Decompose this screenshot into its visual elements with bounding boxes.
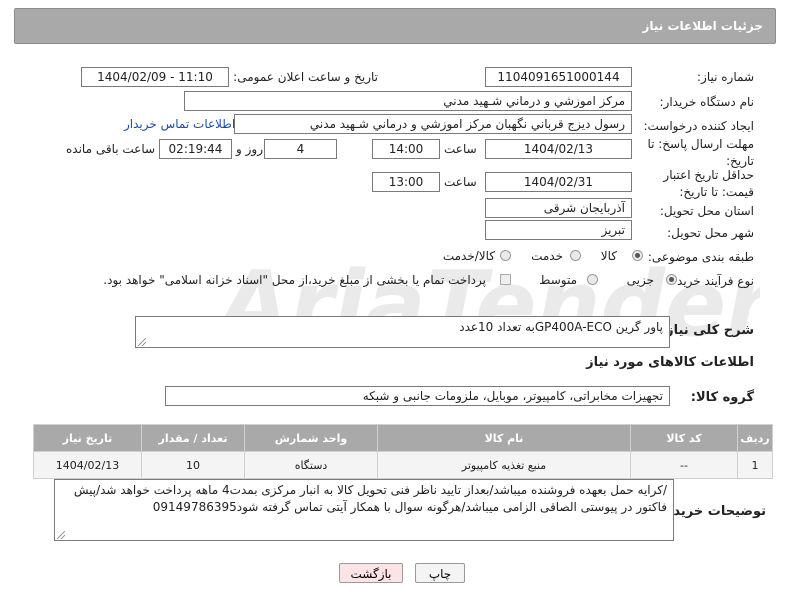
resize-grip-icon[interactable] xyxy=(57,531,65,539)
cell-row: 1 xyxy=(737,451,773,479)
category-option-service: خدمت xyxy=(531,249,563,263)
need-number-field: 1104091651000144 xyxy=(485,67,632,87)
reply-days-field: 4 xyxy=(264,139,337,159)
treasury-note: پرداخت تمام یا بخشی از مبلغ خرید،از محل … xyxy=(103,273,486,287)
announce-label: تاریخ و ساعت اعلان عمومی: xyxy=(233,70,378,84)
reply-deadline-label: مهلت ارسال پاسخ: تا تاریخ: xyxy=(647,137,754,168)
header-panel: جزئیات اطلاعات نیاز xyxy=(14,8,776,44)
col-name-header: نام کالا xyxy=(377,424,631,452)
category-label: طبقه بندی موضوعی: xyxy=(647,250,754,264)
col-row-header: ردیف xyxy=(737,424,773,452)
creator-field: رسول ديزج قرباني نگهبان مرکز اموزشي و در… xyxy=(234,114,632,134)
province-field: آذربایجان شرقی xyxy=(485,198,632,218)
cell-code: -- xyxy=(630,451,738,479)
cell-date: 1404/02/13 xyxy=(33,451,142,479)
announce-field: 1404/02/09 - 11:10 xyxy=(81,67,229,87)
process-option-minor: جزیی xyxy=(626,273,654,287)
page-title: جزئیات اطلاعات نیاز xyxy=(642,19,763,33)
table-row: 1 -- منبع تغذیه کامپیوتر دستگاه 10 1404/… xyxy=(33,451,773,479)
buyer-contact-link[interactable]: اطلاعات تماس خریدار xyxy=(124,117,235,131)
process-radio-minor[interactable] xyxy=(666,274,677,285)
process-radio-medium[interactable] xyxy=(587,274,598,285)
province-label: استان محل تحویل: xyxy=(659,204,754,218)
col-code-header: کد کالا xyxy=(630,424,738,452)
creator-label: ایجاد کننده درخواست: xyxy=(643,119,754,133)
col-unit-header: واحد شمارش xyxy=(244,424,378,452)
items-table: ردیف کد کالا نام کالا واحد شمارش تعداد /… xyxy=(33,424,773,479)
col-date-header: تاریخ نیاز xyxy=(33,424,142,452)
table-header-row: ردیف کد کالا نام کالا واحد شمارش تعداد /… xyxy=(33,424,773,452)
category-option-goods: کالا xyxy=(600,249,617,263)
goods-info-title: اطلاعات کالاهای مورد نیاز xyxy=(586,355,754,370)
days-label: روز و xyxy=(236,142,263,156)
back-button[interactable]: بازگشت xyxy=(339,563,403,583)
col-qty-header: تعداد / مقدار xyxy=(141,424,245,452)
need-number-label: شماره نیاز: xyxy=(697,70,754,84)
print-button[interactable]: چاپ xyxy=(415,563,465,583)
treasury-checkbox[interactable] xyxy=(500,274,511,285)
category-radio-goods-service[interactable] xyxy=(500,250,511,261)
cell-unit: دستگاه xyxy=(244,451,378,479)
buyer-notes-text: /کرایه حمل بعهده فروشنده میباشد/بعداز تا… xyxy=(73,483,667,514)
resize-grip-icon[interactable] xyxy=(138,338,146,346)
process-label: نوع فرآیند خرید : xyxy=(669,274,754,288)
reply-time-field: 14:00 xyxy=(372,139,440,159)
category-option-goods-service: کالا/خدمت xyxy=(442,249,495,263)
description-text: پاور گرین GP400A-ECOبه تعداد 10عدد xyxy=(459,320,663,334)
price-deadline-label: حداقل تاریخ اعتبار قیمت: تا تاریخ: xyxy=(663,168,754,199)
process-option-medium: متوسط xyxy=(539,273,577,287)
category-radio-goods[interactable] xyxy=(632,250,643,261)
buyer-notes-textarea[interactable]: /کرایه حمل بعهده فروشنده میباشد/بعداز تا… xyxy=(54,479,674,541)
price-time-field: 13:00 xyxy=(372,172,440,192)
reply-time-label: ساعت xyxy=(444,142,477,156)
remaining-label: ساعت باقی مانده xyxy=(66,142,156,156)
city-field: تبریز xyxy=(485,220,632,240)
buyer-field: مرکز اموزشي و درماني شـهيد مدني xyxy=(184,91,632,111)
buyer-label: نام دستگاه خریدار: xyxy=(659,95,755,109)
description-label: شرح کلی نیاز: xyxy=(660,323,754,338)
price-time-label: ساعت xyxy=(444,175,477,189)
goods-group-field: تجهیزات مخابراتی، کامپیوتر، موبایل، ملزو… xyxy=(165,386,670,406)
category-radio-service[interactable] xyxy=(570,250,581,261)
city-label: شهر محل تحویل: xyxy=(667,226,754,240)
reply-date-field: 1404/02/13 xyxy=(485,139,632,159)
cell-qty: 10 xyxy=(141,451,245,479)
cell-name: منبع تغذیه کامپیوتر xyxy=(377,451,631,479)
remaining-time-field: 02:19:44 xyxy=(159,139,232,159)
description-textarea[interactable]: پاور گرین GP400A-ECOبه تعداد 10عدد xyxy=(135,316,670,348)
price-date-field: 1404/02/31 xyxy=(485,172,632,192)
goods-group-label: گروه کالا: xyxy=(690,390,754,405)
